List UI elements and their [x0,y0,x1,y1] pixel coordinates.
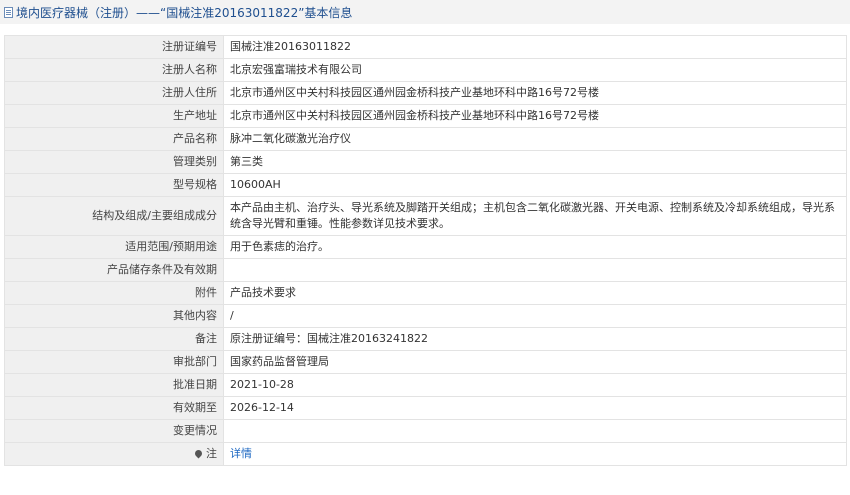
table-row: 产品储存条件及有效期 [4,258,847,282]
table-row: 注册人住所 北京市通州区中关村科技园区通州园金桥科技产业基地环科中路16号72号… [4,81,847,105]
table-row: 批准日期 2021-10-28 [4,373,847,397]
table-row: 注册证编号 国械注准20163011822 [4,35,847,59]
row-label: 管理类别 [4,150,224,174]
info-table: 注册证编号 国械注准20163011822 注册人名称 北京宏强富瑞技术有限公司… [4,35,847,466]
row-value [223,419,847,443]
row-label: 生产地址 [4,104,224,128]
row-value: 本产品由主机、治疗头、导光系统及脚踏开关组成；主机包含二氧化碳激光器、开关电源、… [223,196,847,236]
row-label: 其他内容 [4,304,224,328]
row-value: 第三类 [223,150,847,174]
table-row: 适用范围/预期用途 用于色素痣的治疗。 [4,235,847,259]
table-row: 产品名称 脉冲二氧化碳激光治疗仪 [4,127,847,151]
table-row: 结构及组成/主要组成成分 本产品由主机、治疗头、导光系统及脚踏开关组成；主机包含… [4,196,847,236]
row-value [223,258,847,282]
row-label: 产品名称 [4,127,224,151]
table-row: 变更情况 [4,419,847,443]
row-value: 2021-10-28 [223,373,847,397]
row-value: 北京市通州区中关村科技园区通州园金桥科技产业基地环科中路16号72号楼 [223,104,847,128]
page-title: 境内医疗器械（注册）——“国械注准20163011822”基本信息 [16,5,353,20]
row-label: 审批部门 [4,350,224,374]
row-label: 批准日期 [4,373,224,397]
note-label: 注 [206,446,217,460]
row-value: 北京市通州区中关村科技园区通州园金桥科技产业基地环科中路16号72号楼 [223,81,847,105]
table-row: 型号规格 10600AH [4,173,847,197]
row-label: 备注 [4,327,224,351]
row-value: / [223,304,847,328]
row-label: 注册人名称 [4,58,224,82]
row-value: 国械注准20163011822 [223,35,847,59]
row-value: 北京宏强富瑞技术有限公司 [223,58,847,82]
row-label: 变更情况 [4,419,224,443]
table-row: 注册人名称 北京宏强富瑞技术有限公司 [4,58,847,82]
row-label: 有效期至 [4,396,224,420]
note-value-cell: 详情 [223,442,847,466]
table-row: 有效期至 2026-12-14 [4,396,847,420]
table-row: 生产地址 北京市通州区中关村科技园区通州园金桥科技产业基地环科中路16号72号楼 [4,104,847,128]
row-label: 附件 [4,281,224,305]
row-label: 型号规格 [4,173,224,197]
row-value: 原注册证编号：国械注准20163241822 [223,327,847,351]
details-link[interactable]: 详情 [230,447,252,460]
row-value: 国家药品监督管理局 [223,350,847,374]
table-row: 附件 产品技术要求 [4,281,847,305]
document-icon [4,6,13,18]
row-value: 2026-12-14 [223,396,847,420]
table-row: 其他内容 / [4,304,847,328]
note-label-cell: 注 [4,442,224,466]
table-row: 审批部门 国家药品监督管理局 [4,350,847,374]
row-label: 结构及组成/主要组成成分 [4,196,224,236]
table-row: 备注 原注册证编号：国械注准20163241822 [4,327,847,351]
row-label: 产品储存条件及有效期 [4,258,224,282]
note-row: 注 详情 [4,442,847,466]
page-header: 境内医疗器械（注册）——“国械注准20163011822”基本信息 [0,0,850,24]
row-value: 产品技术要求 [223,281,847,305]
row-label: 注册证编号 [4,35,224,59]
row-value: 10600AH [223,173,847,197]
row-label: 适用范围/预期用途 [4,235,224,259]
pin-icon [193,448,204,459]
row-label: 注册人住所 [4,81,224,105]
row-value: 脉冲二氧化碳激光治疗仪 [223,127,847,151]
table-row: 管理类别 第三类 [4,150,847,174]
row-value: 用于色素痣的治疗。 [223,235,847,259]
